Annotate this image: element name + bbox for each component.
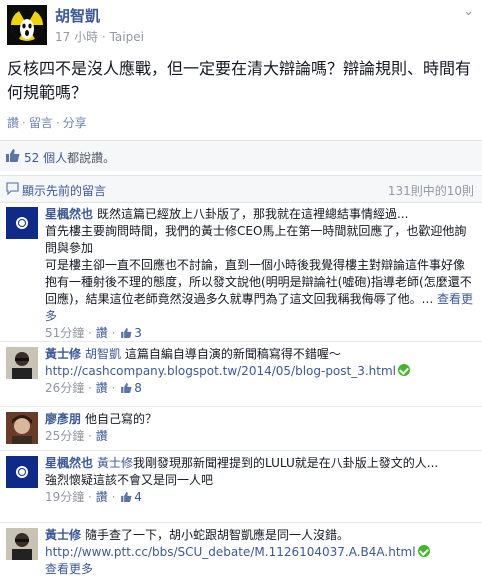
person-avatar-icon — [6, 412, 38, 444]
comment-text: 這篇自編自導自演的新聞稿寫得不錯喔～ — [124, 347, 341, 361]
commenter-name[interactable]: 廖彥朋 — [45, 412, 81, 426]
comment-link[interactable]: http://www.ptt.cc/bbs/SCU_debate/M.11261… — [45, 545, 416, 559]
separator: · — [22, 116, 26, 130]
comment-meta: 51分鐘 · 讚 · 3 — [45, 326, 142, 340]
check-icon — [417, 545, 430, 557]
comment-like-count[interactable]: 4 — [134, 490, 142, 504]
likes-summary: 52 個人都說讚。 — [0, 140, 482, 171]
post-time[interactable]: 17 小時 — [55, 30, 98, 44]
commenter-avatar[interactable] — [6, 207, 38, 239]
previous-comments-link[interactable]: 顯示先前的留言 — [22, 182, 106, 199]
post-message: 反核四不是沒人應戰，但一定要在清大辯論嗎？辯論規則、時間有何規範嗎？ — [7, 59, 472, 102]
comment-text: 可是樓主卻一直不回應也不討論，直到一個小時後我覺得樓主對辯論這件事好像抱有一種射… — [45, 258, 472, 306]
comment-body: 黃士修 胡智凱 這篇自編自導自演的新聞稿寫得不錯喔～ http://cashcom… — [45, 346, 475, 397]
comment-text: 既然這篇已經放上八卦版了，那我就在這裡總結事情經過... — [97, 207, 409, 221]
post-meta: 17 小時 · Taipei — [55, 28, 144, 45]
post-author-name[interactable]: 胡智凱 — [55, 5, 100, 26]
see-more-link[interactable]: 查看更多 — [45, 562, 93, 576]
likes-count[interactable]: 52 個人 — [24, 151, 67, 165]
post-header: 胡智凱 17 小時 · Taipei ⌄ — [0, 0, 482, 50]
comment-text: 強烈懷疑這該不會又是同一人吧 — [45, 473, 214, 487]
comment-like-button[interactable]: 讚 — [96, 326, 108, 340]
comment-item: 星楓然也 既然這篇已經放上八卦版了，那我就在這裡總結事情經過... 首先樓主要詢問… — [0, 201, 482, 342]
post-actions: 讚 · 留言 · 分享 — [7, 114, 87, 131]
thumbs-up-icon — [121, 492, 132, 502]
comment-time[interactable]: 19分鐘 — [45, 490, 84, 504]
comment-body: 廖彥朋 他自己寫的？ 25分鐘 · 讚 — [45, 411, 475, 445]
comment-button[interactable]: 留言 — [29, 116, 53, 130]
comment-like-button[interactable]: 讚 — [96, 429, 108, 443]
commenter-avatar[interactable] — [6, 412, 38, 444]
commenter-name[interactable]: 黃士修 — [45, 528, 81, 542]
like-button[interactable]: 讚 — [7, 116, 19, 130]
comment-time[interactable]: 25分鐘 — [45, 429, 84, 443]
thumbs-up-icon — [121, 383, 132, 393]
post-location[interactable]: Taipei — [110, 30, 144, 44]
view-previous-comments: 顯示先前的留言 131則中的10則 — [0, 175, 482, 203]
person-avatar-icon — [6, 347, 38, 379]
comment-text: 他自己寫的？ — [85, 412, 158, 426]
radiation-logo-icon — [7, 5, 47, 45]
facebook-post: 胡智凱 17 小時 · Taipei ⌄ 反核四不是沒人應戰，但一定要在清大辯論… — [0, 0, 482, 587]
comment-like-button[interactable]: 讚 — [96, 490, 108, 504]
flag-avatar-icon — [6, 207, 38, 239]
thumbs-up-icon — [121, 328, 132, 338]
comment-body: 星楓然也 黃士修我剛發現那新聞裡提到的LULU就是在八卦版上發文的人... 強烈懷… — [45, 455, 475, 506]
thumbs-up-icon — [6, 149, 20, 162]
likes-suffix: 都說讚。 — [67, 151, 116, 165]
comment-like-count[interactable]: 3 — [134, 326, 142, 340]
separator: · — [101, 30, 106, 44]
tagged-user[interactable]: 胡智凱 — [85, 347, 121, 361]
comment-item: 黃士修 胡智凱 這篇自編自導自演的新聞稿寫得不錯喔～ http://cashcom… — [0, 341, 482, 407]
comment-body: 星楓然也 既然這篇已經放上八卦版了，那我就在這裡總結事情經過... 首先樓主要詢問… — [45, 206, 475, 342]
commenter-name[interactable]: 星楓然也 — [45, 456, 93, 470]
check-icon — [398, 364, 411, 376]
comment-time[interactable]: 51分鐘 — [45, 326, 84, 340]
share-button[interactable]: 分享 — [63, 116, 87, 130]
commenter-avatar[interactable] — [6, 456, 38, 488]
comment-body: 黃士修 隨手查了一下，胡小蛇跟胡智凱應是同一人沒錯。 http://www.ptt… — [45, 527, 475, 578]
comment-text: 隨手查了一下，胡小蛇跟胡智凱應是同一人沒錯。 — [85, 528, 350, 542]
comment-item: 星楓然也 黃士修我剛發現那新聞裡提到的LULU就是在八卦版上發文的人... 強烈懷… — [0, 450, 482, 523]
comment-item: 黃士修 隨手查了一下，胡小蛇跟胡智凱應是同一人沒錯。 http://www.ptt… — [0, 522, 482, 587]
commenter-avatar[interactable] — [6, 528, 38, 560]
separator: · — [55, 116, 60, 130]
commenter-avatar[interactable] — [6, 347, 38, 379]
comment-link[interactable]: http://cashcompany.blogspot.tw/2014/05/b… — [45, 364, 396, 378]
comment-like-count[interactable]: 8 — [134, 381, 142, 395]
comment-text: 我剛發現那新聞裡提到的LULU就是在八卦版上發文的人... — [133, 456, 439, 470]
comment-item: 廖彥朋 他自己寫的？ 25分鐘 · 讚 — [0, 406, 482, 451]
chevron-down-icon[interactable]: ⌄ — [463, 4, 474, 19]
comment-time[interactable]: 26分鐘 — [45, 381, 84, 395]
flag-avatar-icon — [6, 456, 38, 488]
comment-text: 首先樓主要詢問時間，我們的黃士修CEO馬上在第一時間就回應了，也歡迎他詢問與參加 — [45, 224, 467, 255]
commenter-name[interactable]: 黃士修 — [45, 347, 81, 361]
comment-meta: 19分鐘 · 讚 · 4 — [45, 490, 142, 504]
comment-count: 131則中的10則 — [387, 184, 474, 198]
commenter-name[interactable]: 星楓然也 — [45, 207, 93, 221]
comment-bubble-icon — [6, 182, 19, 195]
person-avatar-icon — [6, 528, 38, 560]
comment-meta: 25分鐘 · 讚 — [45, 429, 108, 443]
comment-meta: 26分鐘 · 讚 · 8 — [45, 381, 142, 395]
author-avatar[interactable] — [7, 5, 47, 45]
comment-like-button[interactable]: 讚 — [96, 381, 108, 395]
tagged-user[interactable]: 黃士修 — [97, 456, 133, 470]
